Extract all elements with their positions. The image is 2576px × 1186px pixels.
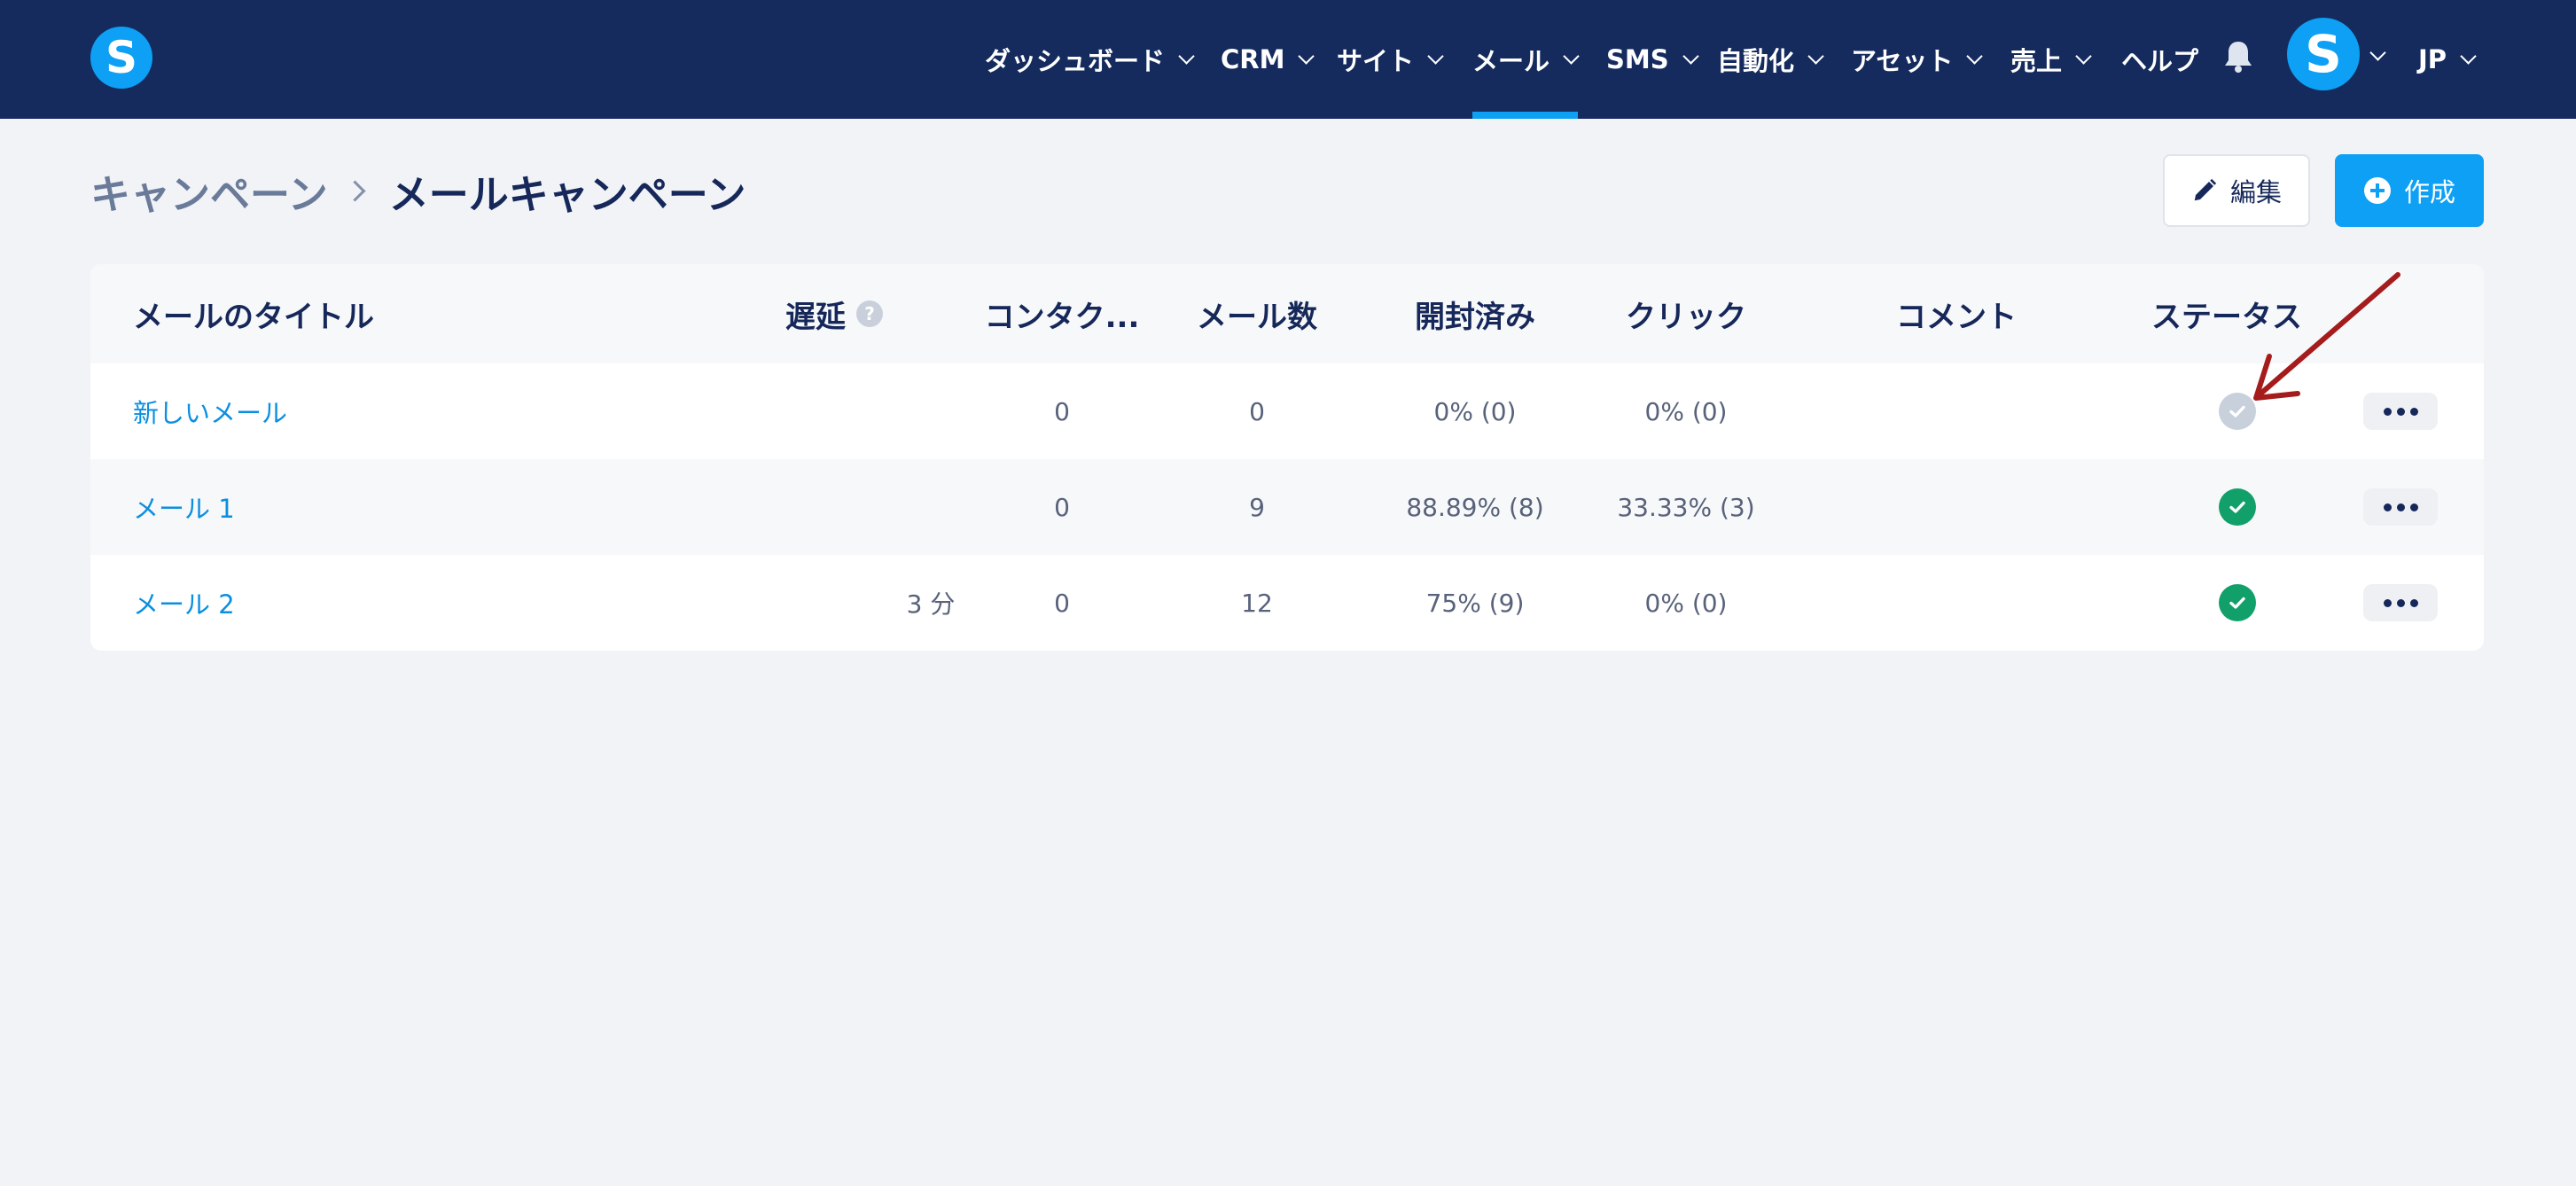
- breadcrumb-parent-link[interactable]: キャンペーン: [90, 162, 328, 220]
- clicks-cell: 0% (0): [1644, 588, 1728, 618]
- nav-item-label: アセット: [1851, 46, 1954, 76]
- help-icon[interactable]: ?: [856, 300, 883, 327]
- comment-cell: [1863, 555, 2049, 651]
- nav-item-label: ヘルプ: [2121, 46, 2199, 76]
- status-toggle[interactable]: [2211, 363, 2264, 459]
- column-header-status[interactable]: ステータス: [2129, 264, 2324, 363]
- more-actions-button[interactable]: [2363, 393, 2438, 430]
- more-icon: [2383, 598, 2392, 607]
- contacts-cell: 0: [1054, 396, 1070, 426]
- delay-cell: [817, 459, 995, 555]
- edit-button-label: 編集: [2229, 177, 2282, 207]
- column-header-opened[interactable]: 開封済み: [1378, 264, 1573, 363]
- create-button-label: 作成: [2403, 177, 2455, 207]
- clicks-cell: 0% (0): [1644, 396, 1728, 426]
- nav-item-assets[interactable]: アセット: [1851, 0, 1984, 119]
- check-circle-icon: [2219, 393, 2256, 430]
- clicks-cell: 33.33% (3): [1617, 492, 1755, 522]
- chevron-down-icon: [1563, 47, 1580, 65]
- row-actions: [2363, 459, 2438, 555]
- column-header-delay-label: 遅延: [785, 299, 846, 335]
- avatar[interactable]: S: [2287, 18, 2360, 90]
- nav-item-label: SMS: [1606, 44, 1669, 74]
- row-actions: [2363, 363, 2438, 459]
- contacts-cell: 0: [1054, 492, 1070, 522]
- language-label: JP: [2418, 44, 2447, 74]
- nav-item-sms[interactable]: SMS: [1606, 0, 1699, 119]
- table-row: メール 1 0 9 88.89% (8) 33.33% (3): [90, 459, 2484, 555]
- column-header-comment[interactable]: コメント: [1863, 264, 2049, 363]
- nav-item-label: メール: [1472, 46, 1550, 76]
- nav-item-label: 自動化: [1717, 46, 1795, 76]
- mails-cell: 0: [1249, 396, 1265, 426]
- chevron-down-icon: [1427, 47, 1444, 65]
- chevron-down-icon: [2075, 47, 2092, 65]
- column-header-mails[interactable]: メール数: [1177, 264, 1337, 363]
- chevron-down-icon: [2460, 47, 2477, 65]
- nav-item-mail[interactable]: メール: [1472, 0, 1580, 119]
- chevron-down-icon: [1682, 47, 1699, 65]
- nav-item-help[interactable]: ヘルプ: [2121, 0, 2198, 119]
- nav-item-dashboard[interactable]: ダッシュボード: [985, 0, 1195, 119]
- delay-cell: 3 分: [906, 589, 956, 619]
- campaign-table: メールのタイトル 遅延 ? コンタク... メール数 開封済み クリック コメン…: [90, 264, 2484, 651]
- opened-cell: 88.89% (8): [1406, 492, 1544, 522]
- more-icon: [2383, 503, 2392, 511]
- create-button[interactable]: 作成: [2335, 154, 2484, 227]
- plus-circle-icon: [2363, 177, 2391, 204]
- column-header-delay[interactable]: 遅延 ?: [785, 264, 883, 363]
- chevron-down-icon: [1807, 47, 1824, 65]
- delay-cell: [817, 363, 995, 459]
- row-actions: [2363, 555, 2438, 651]
- nav-item-label: 売上: [2010, 46, 2063, 76]
- chevron-right-icon: [344, 179, 366, 202]
- nav-item-automation[interactable]: 自動化: [1717, 0, 1824, 119]
- nav-item-label: ダッシュボード: [985, 46, 1166, 76]
- table-header: メールのタイトル 遅延 ? コンタク... メール数 開封済み クリック コメン…: [90, 264, 2484, 363]
- check-circle-icon: [2219, 488, 2256, 526]
- table-row: メール 2 3 分 0 12 75% (9) 0% (0): [90, 555, 2484, 651]
- nav-item-label: CRM: [1221, 44, 1285, 74]
- page-title: メールキャンペーン: [388, 170, 746, 218]
- comment-cell: [1863, 363, 2049, 459]
- breadcrumb: キャンペーン メールキャンペーン: [90, 161, 746, 220]
- status-toggle[interactable]: [2211, 555, 2264, 651]
- nav-item-crm[interactable]: CRM: [1221, 0, 1315, 119]
- edit-button[interactable]: 編集: [2163, 154, 2310, 227]
- opened-cell: 75% (9): [1425, 588, 1525, 618]
- table-row: 新しいメール 0 0 0% (0) 0% (0): [90, 363, 2484, 459]
- nav-active-indicator: [1472, 112, 1578, 119]
- contacts-cell: 0: [1054, 588, 1070, 618]
- more-icon: [2383, 407, 2392, 416]
- column-header-clicks[interactable]: クリック: [1589, 264, 1784, 363]
- chevron-down-icon: [1966, 47, 1984, 65]
- bell-icon[interactable]: [2222, 39, 2254, 74]
- comment-cell: [1863, 459, 2049, 555]
- column-header-contacts[interactable]: コンタク...: [956, 264, 1168, 363]
- nav-item-site[interactable]: サイト: [1337, 0, 1444, 119]
- main-nav: ダッシュボード CRM サイト メール SMS 自動化 アセット 売上 ヘルプ: [0, 0, 2576, 119]
- nav-item-sales[interactable]: 売上: [2010, 0, 2092, 119]
- more-actions-button[interactable]: [2363, 488, 2438, 526]
- pencil-icon: [2194, 178, 2217, 201]
- mails-cell: 12: [1241, 588, 1273, 618]
- check-circle-icon: [2219, 584, 2256, 621]
- email-title-link[interactable]: メール 2: [133, 555, 235, 651]
- email-title-link[interactable]: メール 1: [133, 459, 235, 555]
- mails-cell: 9: [1249, 492, 1265, 522]
- chevron-down-icon: [1178, 47, 1195, 65]
- column-header-title[interactable]: メールのタイトル: [133, 264, 374, 363]
- top-navigation-bar: S ダッシュボード CRM サイト メール SMS 自動化 アセット 売上 ヘル…: [0, 0, 2576, 119]
- email-title-link[interactable]: 新しいメール: [133, 363, 287, 459]
- chevron-down-icon: [1298, 47, 1315, 65]
- more-actions-button[interactable]: [2363, 584, 2438, 621]
- language-selector[interactable]: JP: [2418, 0, 2477, 119]
- nav-item-label: サイト: [1337, 46, 1415, 76]
- opened-cell: 0% (0): [1433, 396, 1517, 426]
- status-toggle[interactable]: [2211, 459, 2264, 555]
